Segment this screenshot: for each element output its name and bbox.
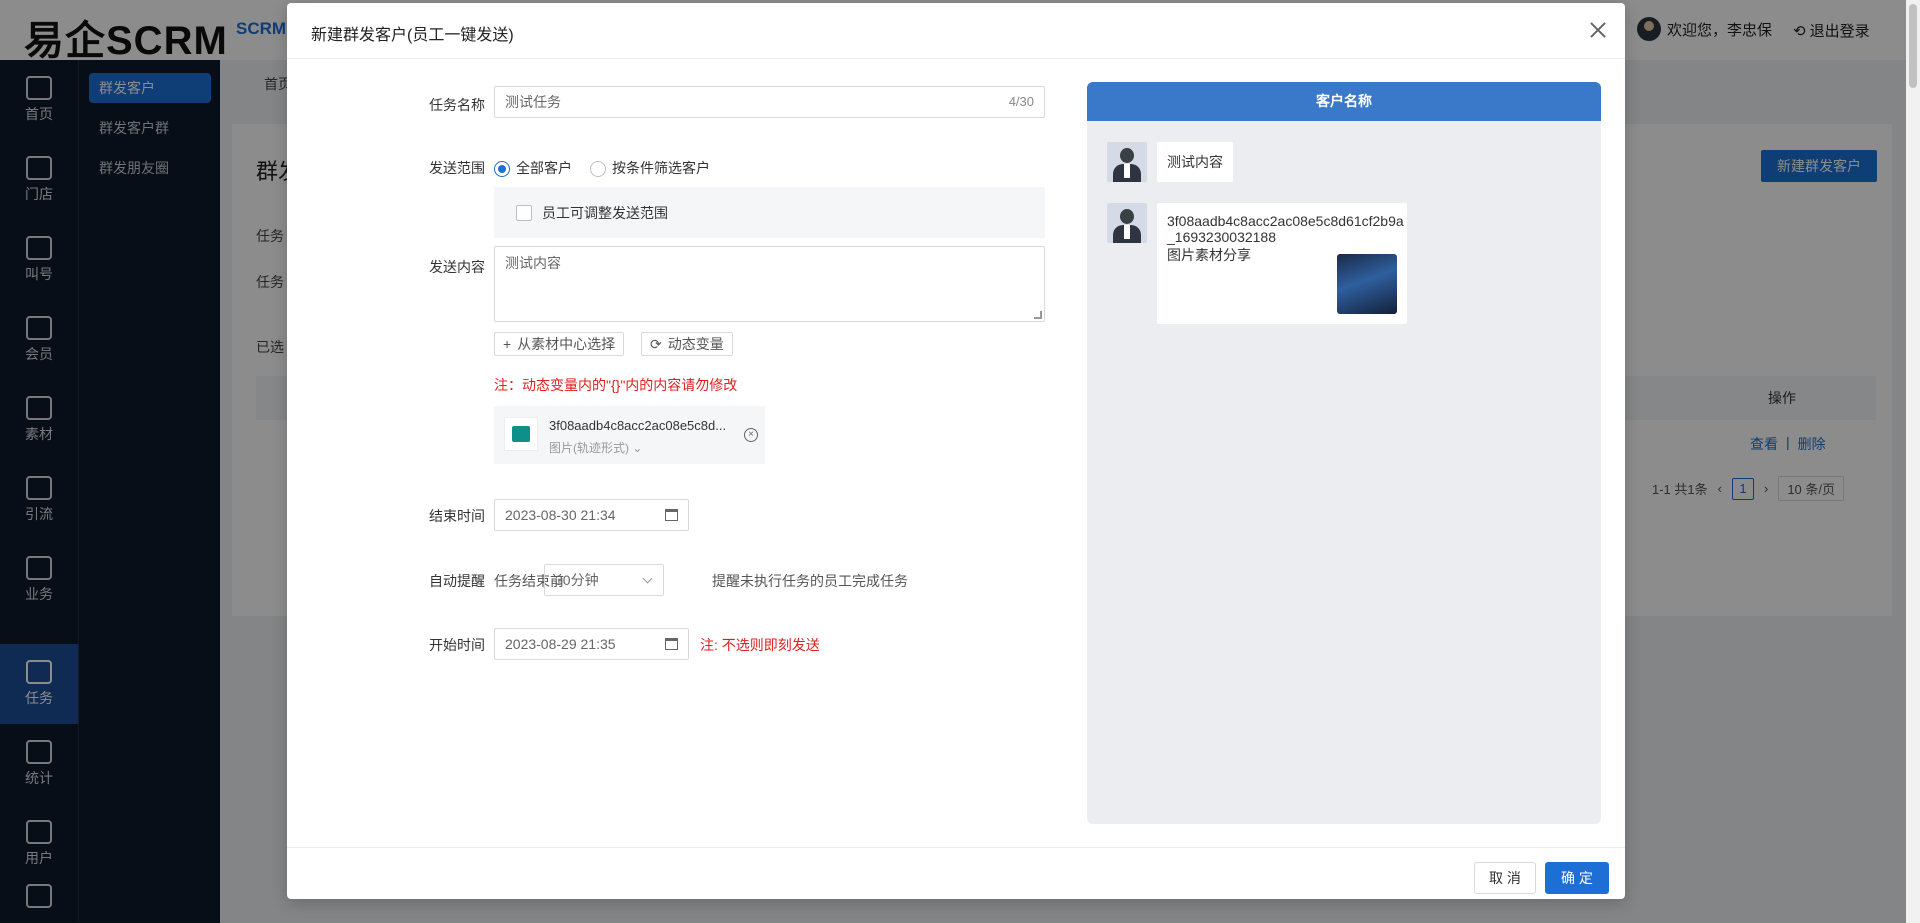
- scope-label: 发送范围: [429, 160, 485, 176]
- task-name-label: 任务名称: [429, 97, 485, 113]
- message-preview: 客户名称 测试内容 3f08aadb4c8acc2ac08e5c8d61cf2b…: [1087, 82, 1601, 824]
- scope-option-box: 员工可调整发送范围: [494, 187, 1045, 238]
- end-time-label: 结束时间: [429, 508, 485, 524]
- remind-suffix: 提醒未执行任务的员工完成任务: [712, 573, 908, 589]
- content-value: 测试内容: [505, 255, 561, 271]
- page-scrollbar[interactable]: [1906, 0, 1920, 923]
- chevron-down-icon: [642, 573, 653, 584]
- remind-select-value: 30分钟: [555, 572, 599, 588]
- confirm-button[interactable]: 确 定: [1545, 862, 1609, 894]
- attachment-name: 3f08aadb4c8acc2ac08e5c8d...: [549, 418, 727, 433]
- task-name-value: 测试任务: [505, 94, 561, 110]
- modal-title: 新建群发客户(员工一键发送): [311, 27, 514, 44]
- preview-bubble-image: 3f08aadb4c8acc2ac08e5c8d61cf2b9a _169323…: [1157, 203, 1407, 324]
- scope-all-label: 全部客户: [516, 160, 572, 176]
- material-center-label: 从素材中心选择: [517, 336, 616, 352]
- radio-checked-icon: [494, 161, 510, 178]
- remind-select[interactable]: 30分钟: [544, 564, 664, 596]
- preview-bubble-text: 测试内容: [1157, 142, 1233, 182]
- image-file-icon: [504, 417, 538, 451]
- start-time-picker[interactable]: 2023-08-29 21:35: [494, 628, 689, 660]
- remind-label: 自动提醒: [429, 573, 485, 589]
- scope-radio-group: 全部客户 按条件筛选客户: [494, 158, 710, 178]
- scope-all-radio[interactable]: 全部客户: [494, 158, 572, 178]
- dynamic-variable-label: 动态变量: [667, 336, 724, 352]
- end-time-value: 2023-08-30 21:34: [505, 507, 616, 523]
- attachment-type-dropdown[interactable]: 图片(轨迹形式) ⌄: [549, 439, 642, 456]
- avatar: [1107, 142, 1147, 182]
- preview-file-name-2: _1693230032188: [1167, 229, 1277, 245]
- task-name-input[interactable]: 测试任务 4/30: [494, 86, 1045, 118]
- create-mass-modal: 新建群发客户(员工一键发送) 任务名称 测试任务 4/30 发送范围 全部客户 …: [287, 3, 1625, 899]
- calendar-icon: [665, 638, 678, 650]
- plus-icon: +: [503, 336, 512, 352]
- radio-unchecked-icon: [590, 161, 606, 178]
- dynamic-variable-button[interactable]: ⟳ 动态变量: [641, 332, 733, 356]
- refresh-icon: ⟳: [650, 336, 662, 352]
- avatar: [1107, 203, 1147, 243]
- scope-filter-radio[interactable]: 按条件筛选客户: [590, 158, 710, 178]
- remove-attachment-icon[interactable]: ×: [744, 428, 758, 442]
- chevron-down-icon: ⌄: [632, 441, 643, 455]
- dynamic-variable-note: 注：动态变量内的"{}"内的内容请勿修改: [494, 377, 738, 393]
- cancel-button[interactable]: 取 消: [1474, 862, 1536, 894]
- start-time-label: 开始时间: [429, 637, 485, 653]
- preview-thumbnail: [1337, 254, 1397, 314]
- scope-adjust-label: 员工可调整发送范围: [542, 205, 668, 221]
- close-icon[interactable]: [1587, 19, 1609, 41]
- material-center-button[interactable]: + 从素材中心选择: [494, 332, 625, 356]
- task-name-count: 4/30: [1008, 94, 1034, 109]
- start-time-note: 注: 不选则即刻发送: [700, 637, 820, 653]
- calendar-icon: [665, 509, 678, 521]
- resize-handle-icon[interactable]: [1034, 311, 1042, 319]
- attachment-card: 3f08aadb4c8acc2ac08e5c8d... 图片(轨迹形式) ⌄ ×: [494, 406, 765, 464]
- scrollbar-thumb[interactable]: [1909, 4, 1917, 88]
- end-time-picker[interactable]: 2023-08-30 21:34: [494, 499, 689, 531]
- modal-header: 新建群发客户(员工一键发送): [287, 3, 1625, 59]
- preview-file-name-1: 3f08aadb4c8acc2ac08e5c8d61cf2b9a: [1167, 213, 1404, 229]
- content-label: 发送内容: [429, 259, 485, 275]
- scope-adjust-checkbox[interactable]: [516, 205, 532, 221]
- scope-filter-label: 按条件筛选客户: [612, 160, 710, 176]
- modal-footer: 取 消 确 定: [287, 847, 1625, 899]
- attachment-type: 图片(轨迹形式): [549, 441, 629, 455]
- start-time-value: 2023-08-29 21:35: [505, 636, 616, 652]
- preview-header: 客户名称: [1087, 82, 1601, 121]
- content-textarea[interactable]: 测试内容: [494, 246, 1045, 322]
